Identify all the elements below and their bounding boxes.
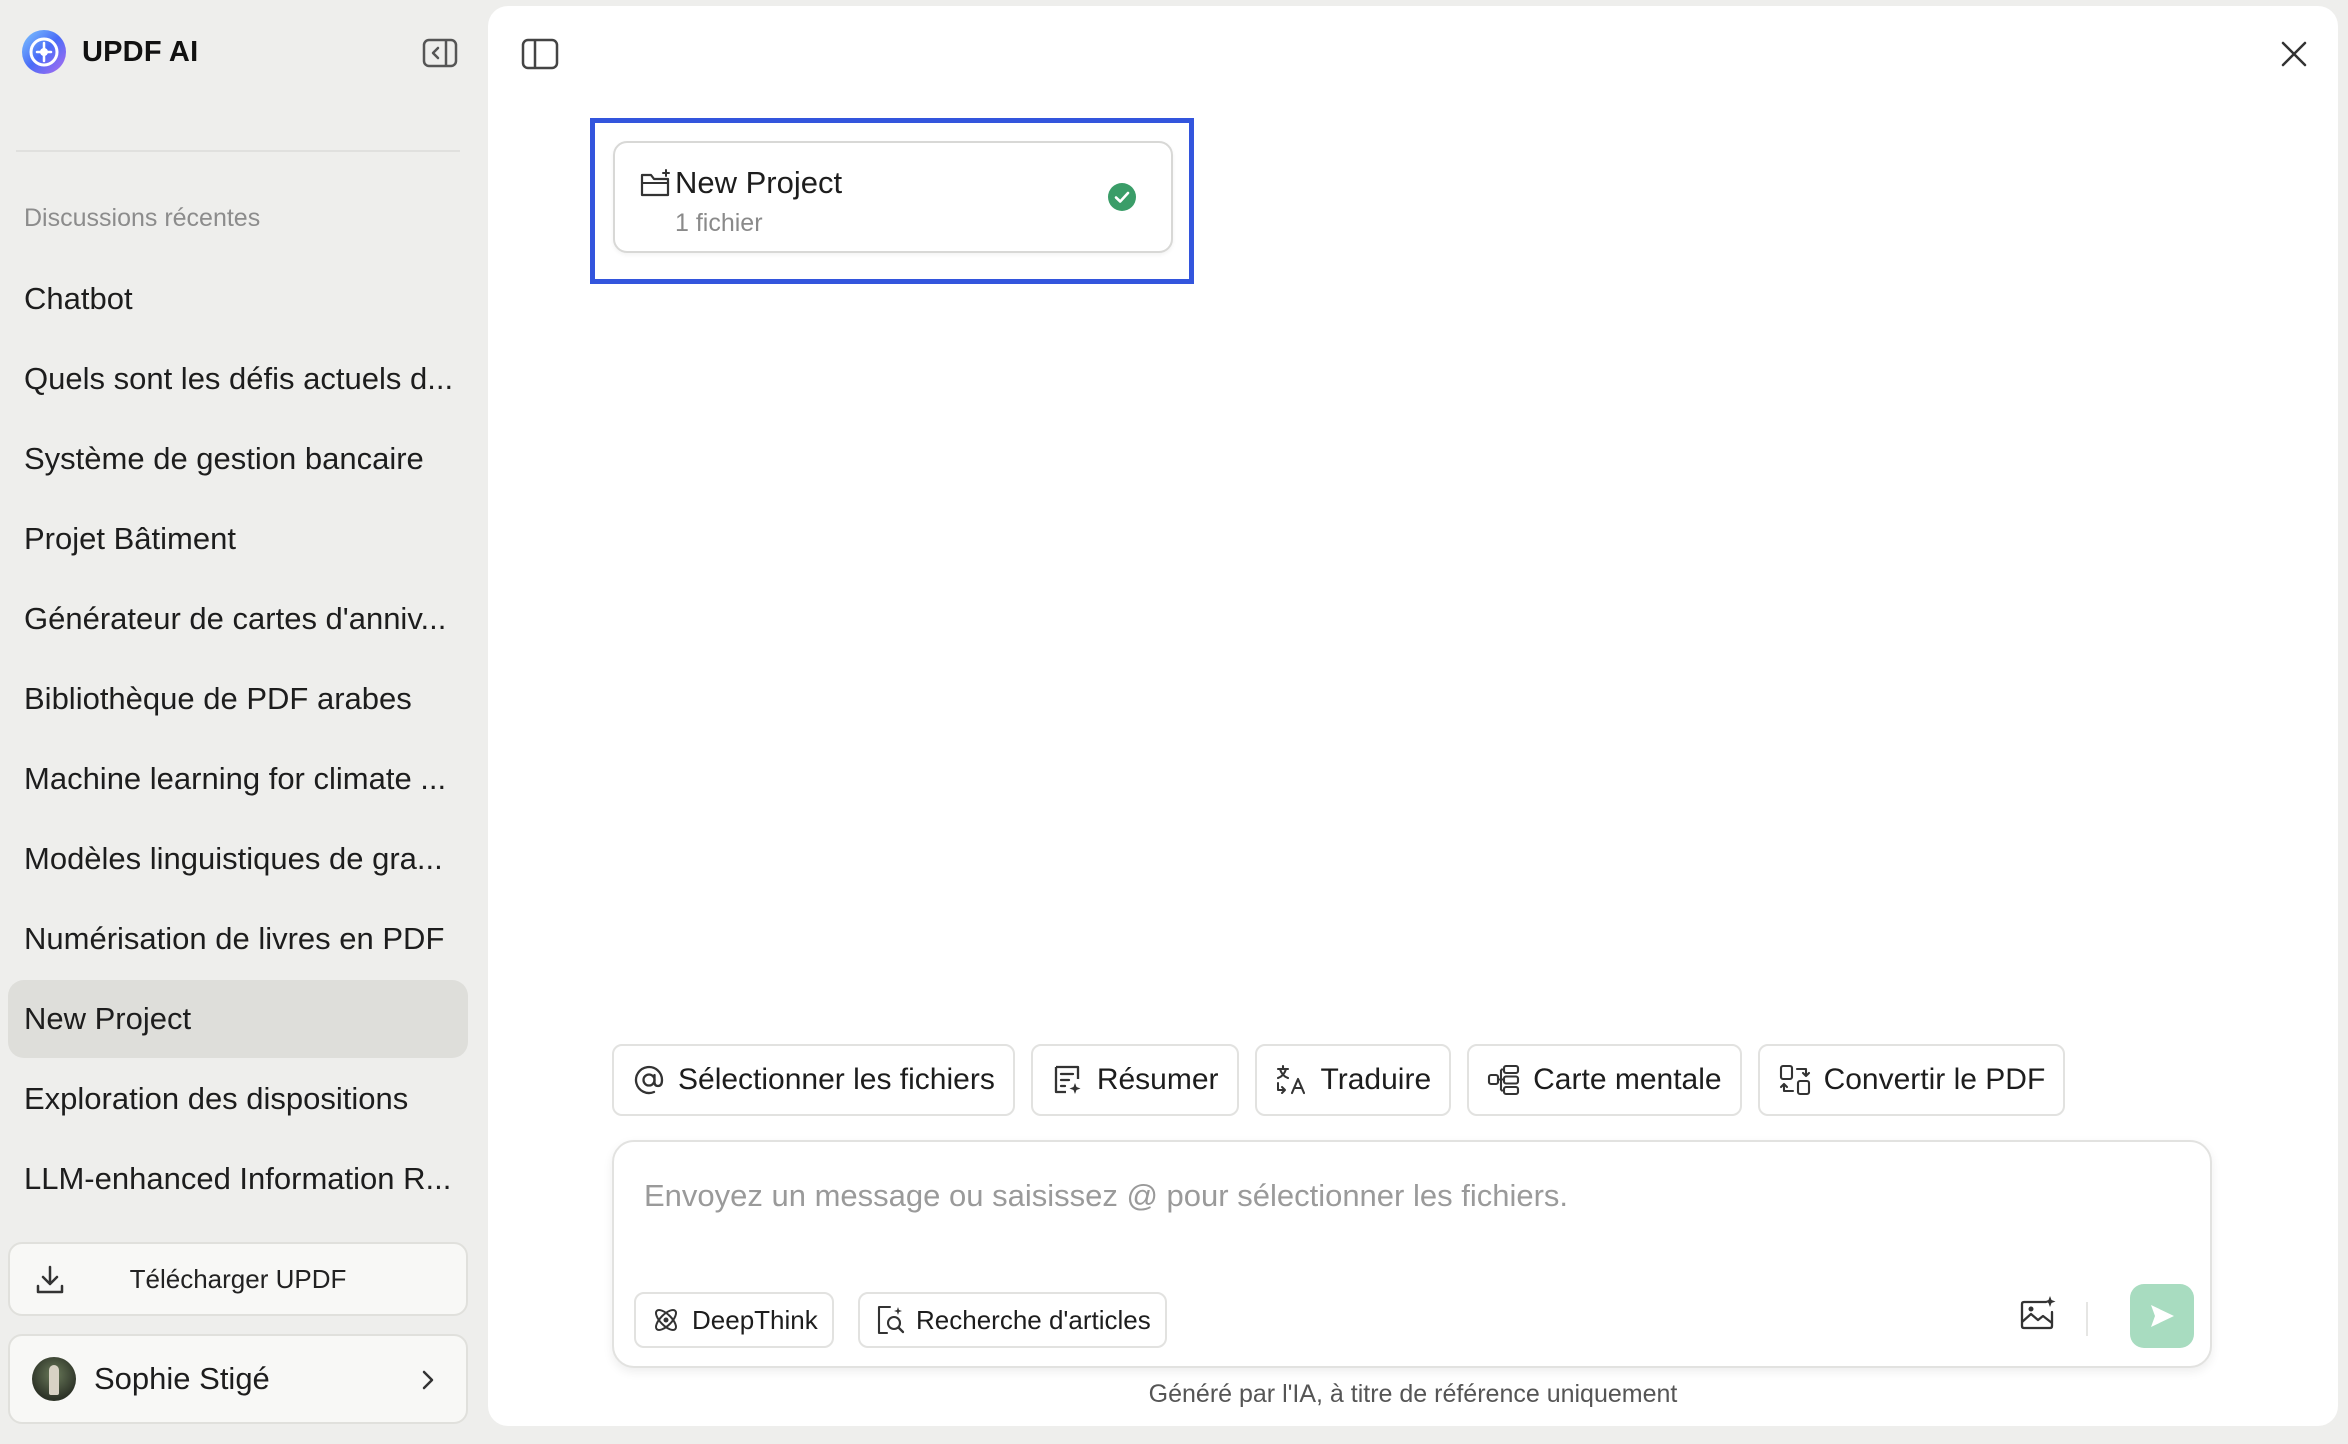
quick-actions-bar: Sélectionner les fichiers Résumer Tradui… [612, 1044, 2066, 1116]
recent-discussions-label: Discussions récentes [24, 204, 261, 232]
summarize-icon [1054, 1065, 1081, 1094]
atom-icon [655, 1309, 677, 1331]
at-icon [634, 1065, 664, 1095]
history-item[interactable]: Projet Bâtiment [8, 500, 468, 578]
download-updf-button[interactable]: Télécharger UPDF [8, 1242, 468, 1316]
history-item[interactable]: Système de gestion bancaire [8, 420, 468, 498]
history-item[interactable]: Bibliothèque de PDF arabes [8, 660, 468, 738]
message-input[interactable] [644, 1178, 2164, 1238]
project-card[interactable]: New Project 1 fichier [613, 141, 1173, 253]
panel-toggle-icon [521, 38, 559, 70]
history-item[interactable]: Machine learning for climate ... [8, 740, 468, 818]
download-icon [36, 1265, 64, 1294]
sidebar-collapse-icon [422, 38, 458, 68]
collapse-sidebar-button[interactable] [420, 36, 460, 70]
brand[interactable]: UPDF AI [20, 26, 198, 78]
deepthink-label: DeepThink [692, 1304, 818, 1335]
history-item[interactable]: Numérisation de livres en PDF [8, 900, 468, 978]
select-files-label: Sélectionner les fichiers [678, 1063, 995, 1096]
summarize-label: Résumer [1096, 1063, 1219, 1096]
image-ai-icon [2020, 1296, 2056, 1330]
toggle-panel-button[interactable] [520, 36, 560, 72]
check-circle-icon [1108, 183, 1136, 211]
main-panel: New Project 1 fichier Sélectionner les f… [488, 6, 2338, 1426]
recent-discussions-list: Chatbot Quels sont les défis actuels d..… [8, 260, 468, 1220]
mind-map-button[interactable]: Carte mentale [1467, 1044, 1742, 1116]
convert-icon [1779, 1064, 1810, 1096]
download-updf-label: Télécharger UPDF [129, 1263, 347, 1294]
ai-disclaimer: Généré par l'IA, à titre de référence un… [1148, 1380, 1678, 1408]
history-item[interactable]: Chatbot [8, 260, 468, 338]
history-item[interactable]: Exploration des dispositions [8, 1060, 468, 1138]
history-item[interactable]: Modèles linguistiques de gra... [8, 820, 468, 898]
summarize-button[interactable]: Résumer [1030, 1044, 1239, 1116]
mindmap-icon [1488, 1064, 1520, 1096]
message-composer: DeepThink Recherche d'articles [612, 1140, 2212, 1368]
history-item-active[interactable]: New Project [8, 980, 468, 1058]
send-button[interactable] [2130, 1284, 2194, 1348]
history-item[interactable]: LLM-enhanced Information R... [8, 1140, 468, 1218]
select-files-button[interactable]: Sélectionner les fichiers [612, 1044, 1015, 1116]
article-search-toggle[interactable]: Recherche d'articles [858, 1292, 1167, 1348]
sidebar: UPDF AI Discussions récentes Chatbot Que… [0, 0, 485, 1444]
image-upload-button[interactable] [2018, 1294, 2058, 1334]
send-icon [2151, 1305, 2174, 1327]
app-title: UPDF AI [82, 35, 199, 68]
translate-icon [1276, 1064, 1305, 1095]
project-file-count: 1 fichier [675, 209, 763, 237]
deepthink-toggle[interactable]: DeepThink [634, 1292, 834, 1348]
document-search-icon [877, 1305, 905, 1335]
close-icon [2281, 41, 2307, 67]
user-name: Sophie Stigé [94, 1361, 270, 1396]
chevron-right-icon [422, 1370, 434, 1390]
history-item[interactable]: Générateur de cartes d'anniv... [8, 580, 468, 658]
history-item[interactable]: Quels sont les défis actuels d... [8, 340, 468, 418]
translate-label: Traduire [1320, 1063, 1432, 1096]
folder-add-icon [640, 169, 670, 197]
sidebar-divider [16, 150, 460, 152]
avatar [32, 1357, 76, 1401]
translate-button[interactable]: Traduire [1254, 1044, 1452, 1116]
convert-pdf-label: Convertir le PDF [1823, 1063, 2046, 1096]
composer-divider [2086, 1302, 2088, 1336]
user-profile-button[interactable]: Sophie Stigé [8, 1334, 468, 1424]
mind-map-label: Carte mentale [1533, 1063, 1722, 1096]
updf-logo-icon [22, 30, 66, 74]
convert-pdf-button[interactable]: Convertir le PDF [1757, 1044, 2066, 1116]
close-button[interactable] [2278, 38, 2310, 70]
project-title: New Project [675, 165, 843, 200]
article-search-label: Recherche d'articles [916, 1304, 1151, 1335]
